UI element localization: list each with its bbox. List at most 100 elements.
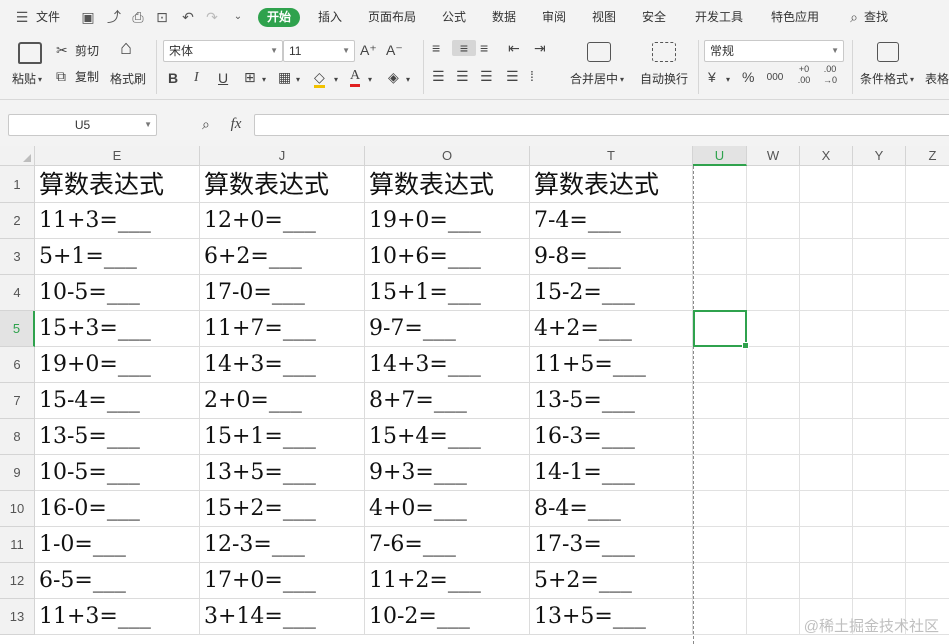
row-header-4[interactable]: 4	[0, 275, 35, 311]
formula-input[interactable]	[254, 114, 949, 136]
column-header-y[interactable]: Y	[853, 146, 906, 166]
tab-formula[interactable]: 公式	[442, 9, 466, 25]
cell-e3[interactable]: 5+1=___	[35, 239, 200, 275]
print-preview-icon[interactable]: ⊡	[154, 9, 170, 25]
cell-e7[interactable]: 15-4=___	[35, 383, 200, 419]
customize-chevron-icon[interactable]: ⌄	[230, 9, 246, 25]
increase-decimal-button[interactable]: +0 .00	[794, 64, 814, 86]
search-icon[interactable]: ⌕	[846, 9, 862, 25]
cell-w1[interactable]	[747, 166, 800, 203]
distributed-align-icon[interactable]: ⁞	[530, 68, 534, 84]
cell-j5[interactable]: 11+7=___	[200, 311, 365, 347]
row-header-8[interactable]: 8	[0, 419, 35, 455]
cell-x8[interactable]	[800, 419, 853, 455]
row-header-12[interactable]: 12	[0, 563, 35, 599]
chevron-down-icon[interactable]: ▾	[262, 72, 266, 88]
undo-icon[interactable]: ↶	[180, 9, 196, 25]
underline-button[interactable]: U	[218, 70, 228, 86]
cell-x12[interactable]	[800, 563, 853, 599]
cell-y5[interactable]	[853, 311, 906, 347]
chevron-down-icon[interactable]: ▾	[726, 72, 730, 88]
format-painter-icon[interactable]: ⌂	[120, 38, 132, 58]
row-header-7[interactable]: 7	[0, 383, 35, 419]
cell-u12[interactable]	[693, 563, 747, 599]
save-icon[interactable]: ▣	[80, 9, 96, 25]
cell-u8[interactable]	[693, 419, 747, 455]
cell-x11[interactable]	[800, 527, 853, 563]
number-format-select[interactable]: 常规 ▼	[704, 40, 844, 62]
cell-e2[interactable]: 11+3=___	[35, 203, 200, 239]
tab-home[interactable]: 开始	[258, 8, 301, 27]
menu-search[interactable]: 查找	[864, 9, 888, 25]
increase-indent-icon[interactable]: ⇥	[534, 40, 546, 56]
grow-font-button[interactable]: A⁺	[360, 42, 377, 58]
cell-w13[interactable]	[747, 599, 800, 635]
cell-u4[interactable]	[693, 275, 747, 311]
cell-o5[interactable]: 9-7=___	[365, 311, 530, 347]
cell-z6[interactable]	[906, 347, 949, 383]
cell-x6[interactable]	[800, 347, 853, 383]
column-header-e[interactable]: E	[35, 146, 200, 166]
cell-w12[interactable]	[747, 563, 800, 599]
chevron-down-icon[interactable]: ▾	[368, 72, 372, 88]
cell-x1[interactable]	[800, 166, 853, 203]
wrap-text-button[interactable]: 自动换行	[640, 72, 688, 86]
justify-icon[interactable]: ☰	[506, 68, 519, 84]
cell-u13[interactable]	[693, 599, 747, 635]
cell-w7[interactable]	[747, 383, 800, 419]
cell-u3[interactable]	[693, 239, 747, 275]
shrink-font-button[interactable]: A⁻	[386, 42, 403, 58]
tab-view[interactable]: 视图	[592, 9, 616, 25]
cell-u2[interactable]	[693, 203, 747, 239]
cell-t1[interactable]: 算数表达式	[530, 166, 693, 203]
cell-e4[interactable]: 10-5=___	[35, 275, 200, 311]
cell-o10[interactable]: 4+0=___	[365, 491, 530, 527]
cell-w9[interactable]	[747, 455, 800, 491]
merge-center-button[interactable]: 合并居中	[570, 72, 618, 86]
align-left-icon[interactable]: ☰	[432, 68, 445, 84]
cell-t11[interactable]: 17-3=___	[530, 527, 693, 563]
italic-button[interactable]: I	[194, 70, 199, 86]
row-header-10[interactable]: 10	[0, 491, 35, 527]
decrease-decimal-button[interactable]: .00 →0	[820, 64, 840, 86]
cell-z8[interactable]	[906, 419, 949, 455]
select-all-corner[interactable]	[0, 146, 35, 166]
cell-o2[interactable]: 19+0=___	[365, 203, 530, 239]
format-painter-button[interactable]: 格式刷	[110, 72, 146, 86]
fx-button[interactable]: fx	[226, 116, 246, 132]
cell-w6[interactable]	[747, 347, 800, 383]
cell-j2[interactable]: 12+0=___	[200, 203, 365, 239]
cell-z2[interactable]	[906, 203, 949, 239]
tab-security[interactable]: 安全	[642, 9, 666, 25]
cell-j10[interactable]: 15+2=___	[200, 491, 365, 527]
menu-file[interactable]: 文件	[36, 9, 60, 25]
name-box[interactable]: U5 ▼	[8, 114, 157, 136]
cell-z5[interactable]	[906, 311, 949, 347]
row-header-6[interactable]: 6	[0, 347, 35, 383]
cell-x5[interactable]	[800, 311, 853, 347]
percent-button[interactable]: %	[742, 69, 754, 85]
cell-j4[interactable]: 17-0=___	[200, 275, 365, 311]
cell-u9[interactable]	[693, 455, 747, 491]
cell-y3[interactable]	[853, 239, 906, 275]
chevron-down-icon[interactable]: ▾	[406, 72, 410, 88]
cell-e11[interactable]: 1-0=___	[35, 527, 200, 563]
cell-w3[interactable]	[747, 239, 800, 275]
wrap-text-icon[interactable]	[652, 42, 676, 62]
align-bottom-icon[interactable]: ≡	[480, 40, 488, 56]
cell-e12[interactable]: 6-5=___	[35, 563, 200, 599]
cell-e1[interactable]: 算数表达式	[35, 166, 200, 203]
copy-icon[interactable]: ⧉	[56, 68, 66, 84]
cell-o1[interactable]: 算数表达式	[365, 166, 530, 203]
redo-icon[interactable]: ↷	[204, 9, 220, 25]
borders-icon[interactable]: ⊞	[244, 69, 256, 85]
cell-y4[interactable]	[853, 275, 906, 311]
cell-j12[interactable]: 17+0=___	[200, 563, 365, 599]
column-header-j[interactable]: J	[200, 146, 365, 166]
cell-z9[interactable]	[906, 455, 949, 491]
cell-x2[interactable]	[800, 203, 853, 239]
align-center-icon[interactable]: ☰	[456, 68, 469, 84]
font-color-icon[interactable]: A	[350, 68, 361, 87]
align-top-icon[interactable]: ≡	[432, 40, 440, 56]
cell-x3[interactable]	[800, 239, 853, 275]
